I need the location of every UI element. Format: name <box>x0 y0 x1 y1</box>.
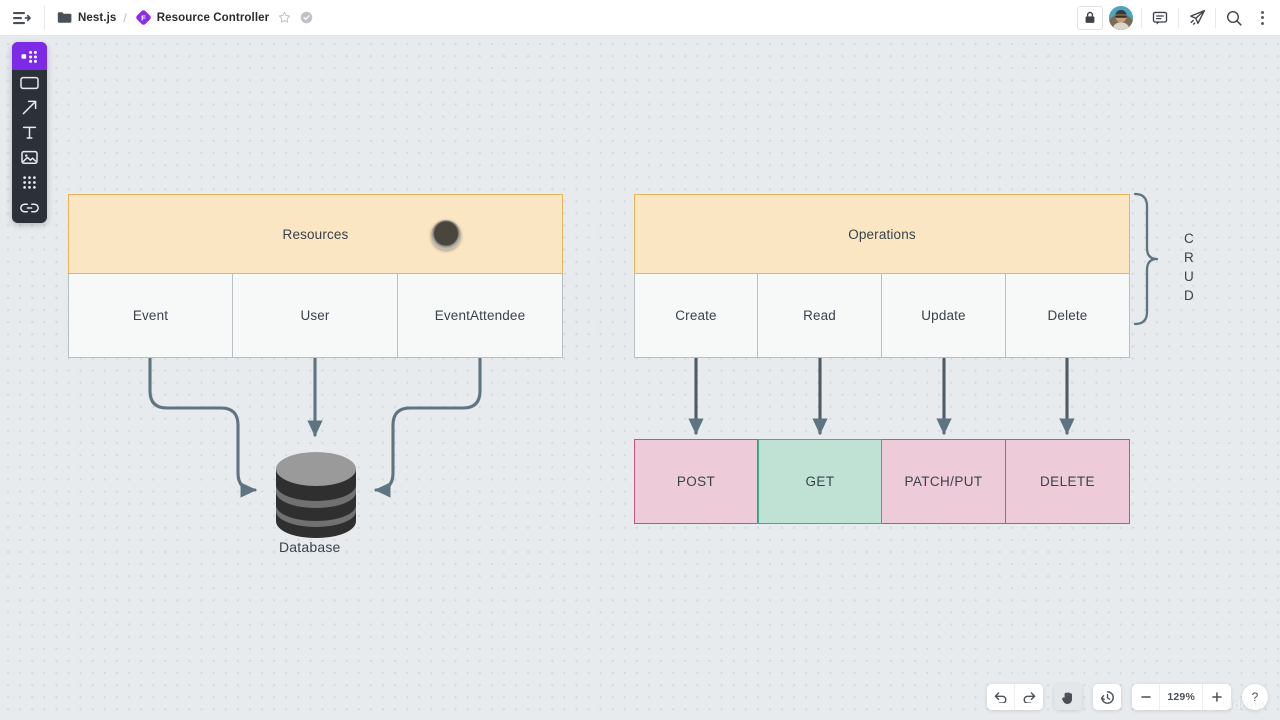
resources-cell-eventattendee-label: EventAttendee <box>435 308 526 323</box>
http-method-get-label: GET <box>806 474 835 489</box>
http-method-patchput[interactable]: PATCH/PUT <box>882 439 1006 524</box>
breadcrumb: Nest.js / F Resource Controller <box>45 0 313 36</box>
http-method-delete[interactable]: DELETE <box>1006 439 1130 524</box>
connector-eventattendee-to-database <box>376 358 480 490</box>
zoom-in-button[interactable] <box>1203 684 1231 710</box>
connector-event-to-database <box>150 358 255 490</box>
operations-cell-update-label: Update <box>921 308 965 323</box>
tool-arrow[interactable] <box>12 95 47 120</box>
operations-header-label: Operations <box>848 227 916 242</box>
app-root: Nest.js / F Resource Controller <box>0 0 1280 720</box>
operations-cell-read[interactable]: Read <box>758 274 882 358</box>
resources-table-row: Event User EventAttendee <box>68 274 563 358</box>
action-divider-1 <box>1141 8 1142 28</box>
breadcrumb-project[interactable]: Nest.js <box>78 12 116 24</box>
crud-letter-d: D <box>1184 286 1194 305</box>
operations-table-header[interactable]: Operations <box>634 194 1130 274</box>
operations-cell-create[interactable]: Create <box>634 274 758 358</box>
tool-rectangle[interactable] <box>12 70 47 95</box>
operations-cell-delete-label: Delete <box>1048 308 1088 323</box>
zoom-controls-group: 129% <box>1132 684 1231 710</box>
operations-table-row: Create Read Update Delete <box>634 274 1130 358</box>
crud-curly-brace <box>1135 194 1157 324</box>
http-method-post[interactable]: POST <box>634 439 758 524</box>
canvas[interactable]: Resources Event User EventAttendee Opera… <box>0 36 1280 720</box>
history-clock-icon[interactable] <box>1093 684 1121 710</box>
left-toolbar <box>12 42 47 223</box>
operations-cell-update[interactable]: Update <box>882 274 1006 358</box>
resources-cell-event[interactable]: Event <box>68 274 233 358</box>
action-divider-3 <box>1215 8 1216 28</box>
undo-icon[interactable] <box>987 684 1015 710</box>
avatar[interactable] <box>1109 6 1133 30</box>
sidebar-toggle-icon[interactable] <box>0 0 44 36</box>
database-label: Database <box>279 539 341 555</box>
tool-select[interactable] <box>12 42 47 70</box>
zoom-out-button[interactable] <box>1132 684 1160 710</box>
history-actions-group <box>987 684 1043 710</box>
history-panel-group <box>1093 684 1121 710</box>
resources-cell-event-label: Event <box>133 308 168 323</box>
http-methods-row: POST GET PATCH/PUT DELETE <box>634 439 1130 524</box>
action-divider-2 <box>1178 8 1179 28</box>
lock-icon[interactable] <box>1077 6 1103 30</box>
tool-stamp[interactable] <box>12 170 47 195</box>
tool-text[interactable] <box>12 120 47 145</box>
operations-table[interactable]: Operations Create Read Update Delete <box>634 194 1130 358</box>
connectors-layer <box>0 36 1280 720</box>
resources-cell-user[interactable]: User <box>233 274 398 358</box>
folder-icon <box>57 11 72 24</box>
crud-letter-u: U <box>1184 267 1194 286</box>
operations-cell-read-label: Read <box>803 308 836 323</box>
breadcrumb-separator: / <box>123 11 126 25</box>
top-bar: Nest.js / F Resource Controller <box>0 0 1280 36</box>
resources-header-label: Resources <box>283 227 349 242</box>
cursor-puck <box>431 220 461 250</box>
resources-table-header[interactable]: Resources <box>68 194 563 274</box>
more-options-icon[interactable] <box>1250 2 1274 34</box>
crud-letter-r: R <box>1184 248 1194 267</box>
comment-icon[interactable] <box>1144 2 1176 34</box>
tool-link[interactable] <box>12 195 47 220</box>
zoom-level-label[interactable]: 129% <box>1160 684 1203 710</box>
search-icon[interactable] <box>1218 2 1250 34</box>
pan-tool-group <box>1054 684 1082 710</box>
http-method-patchput-label: PATCH/PUT <box>904 474 982 489</box>
hand-tool-icon[interactable] <box>1054 684 1082 710</box>
bottom-toolbar: 129% ? <box>987 684 1268 710</box>
http-method-get[interactable]: GET <box>758 439 882 524</box>
crud-letter-c: C <box>1184 229 1194 248</box>
figjam-file-icon: F <box>136 10 151 25</box>
check-circle-icon[interactable] <box>300 11 313 24</box>
http-method-post-label: POST <box>677 474 715 489</box>
resources-table[interactable]: Resources Event User EventAttendee <box>68 194 563 358</box>
topbar-actions <box>1077 0 1280 36</box>
help-button[interactable]: ? <box>1242 684 1268 710</box>
crud-bracket-letters: C R U D <box>1184 229 1194 305</box>
star-outline-icon[interactable] <box>278 11 291 24</box>
resources-cell-eventattendee[interactable]: EventAttendee <box>398 274 563 358</box>
tool-image[interactable] <box>12 145 47 170</box>
breadcrumb-file[interactable]: Resource Controller <box>157 12 269 24</box>
redo-icon[interactable] <box>1015 684 1043 710</box>
operations-cell-create-label: Create <box>675 308 716 323</box>
svg-text:F: F <box>141 13 146 22</box>
operations-cell-delete[interactable]: Delete <box>1006 274 1130 358</box>
resources-cell-user-label: User <box>300 308 329 323</box>
share-icon[interactable] <box>1181 2 1213 34</box>
http-method-delete-label: DELETE <box>1040 474 1095 489</box>
database-icon[interactable] <box>274 449 358 541</box>
